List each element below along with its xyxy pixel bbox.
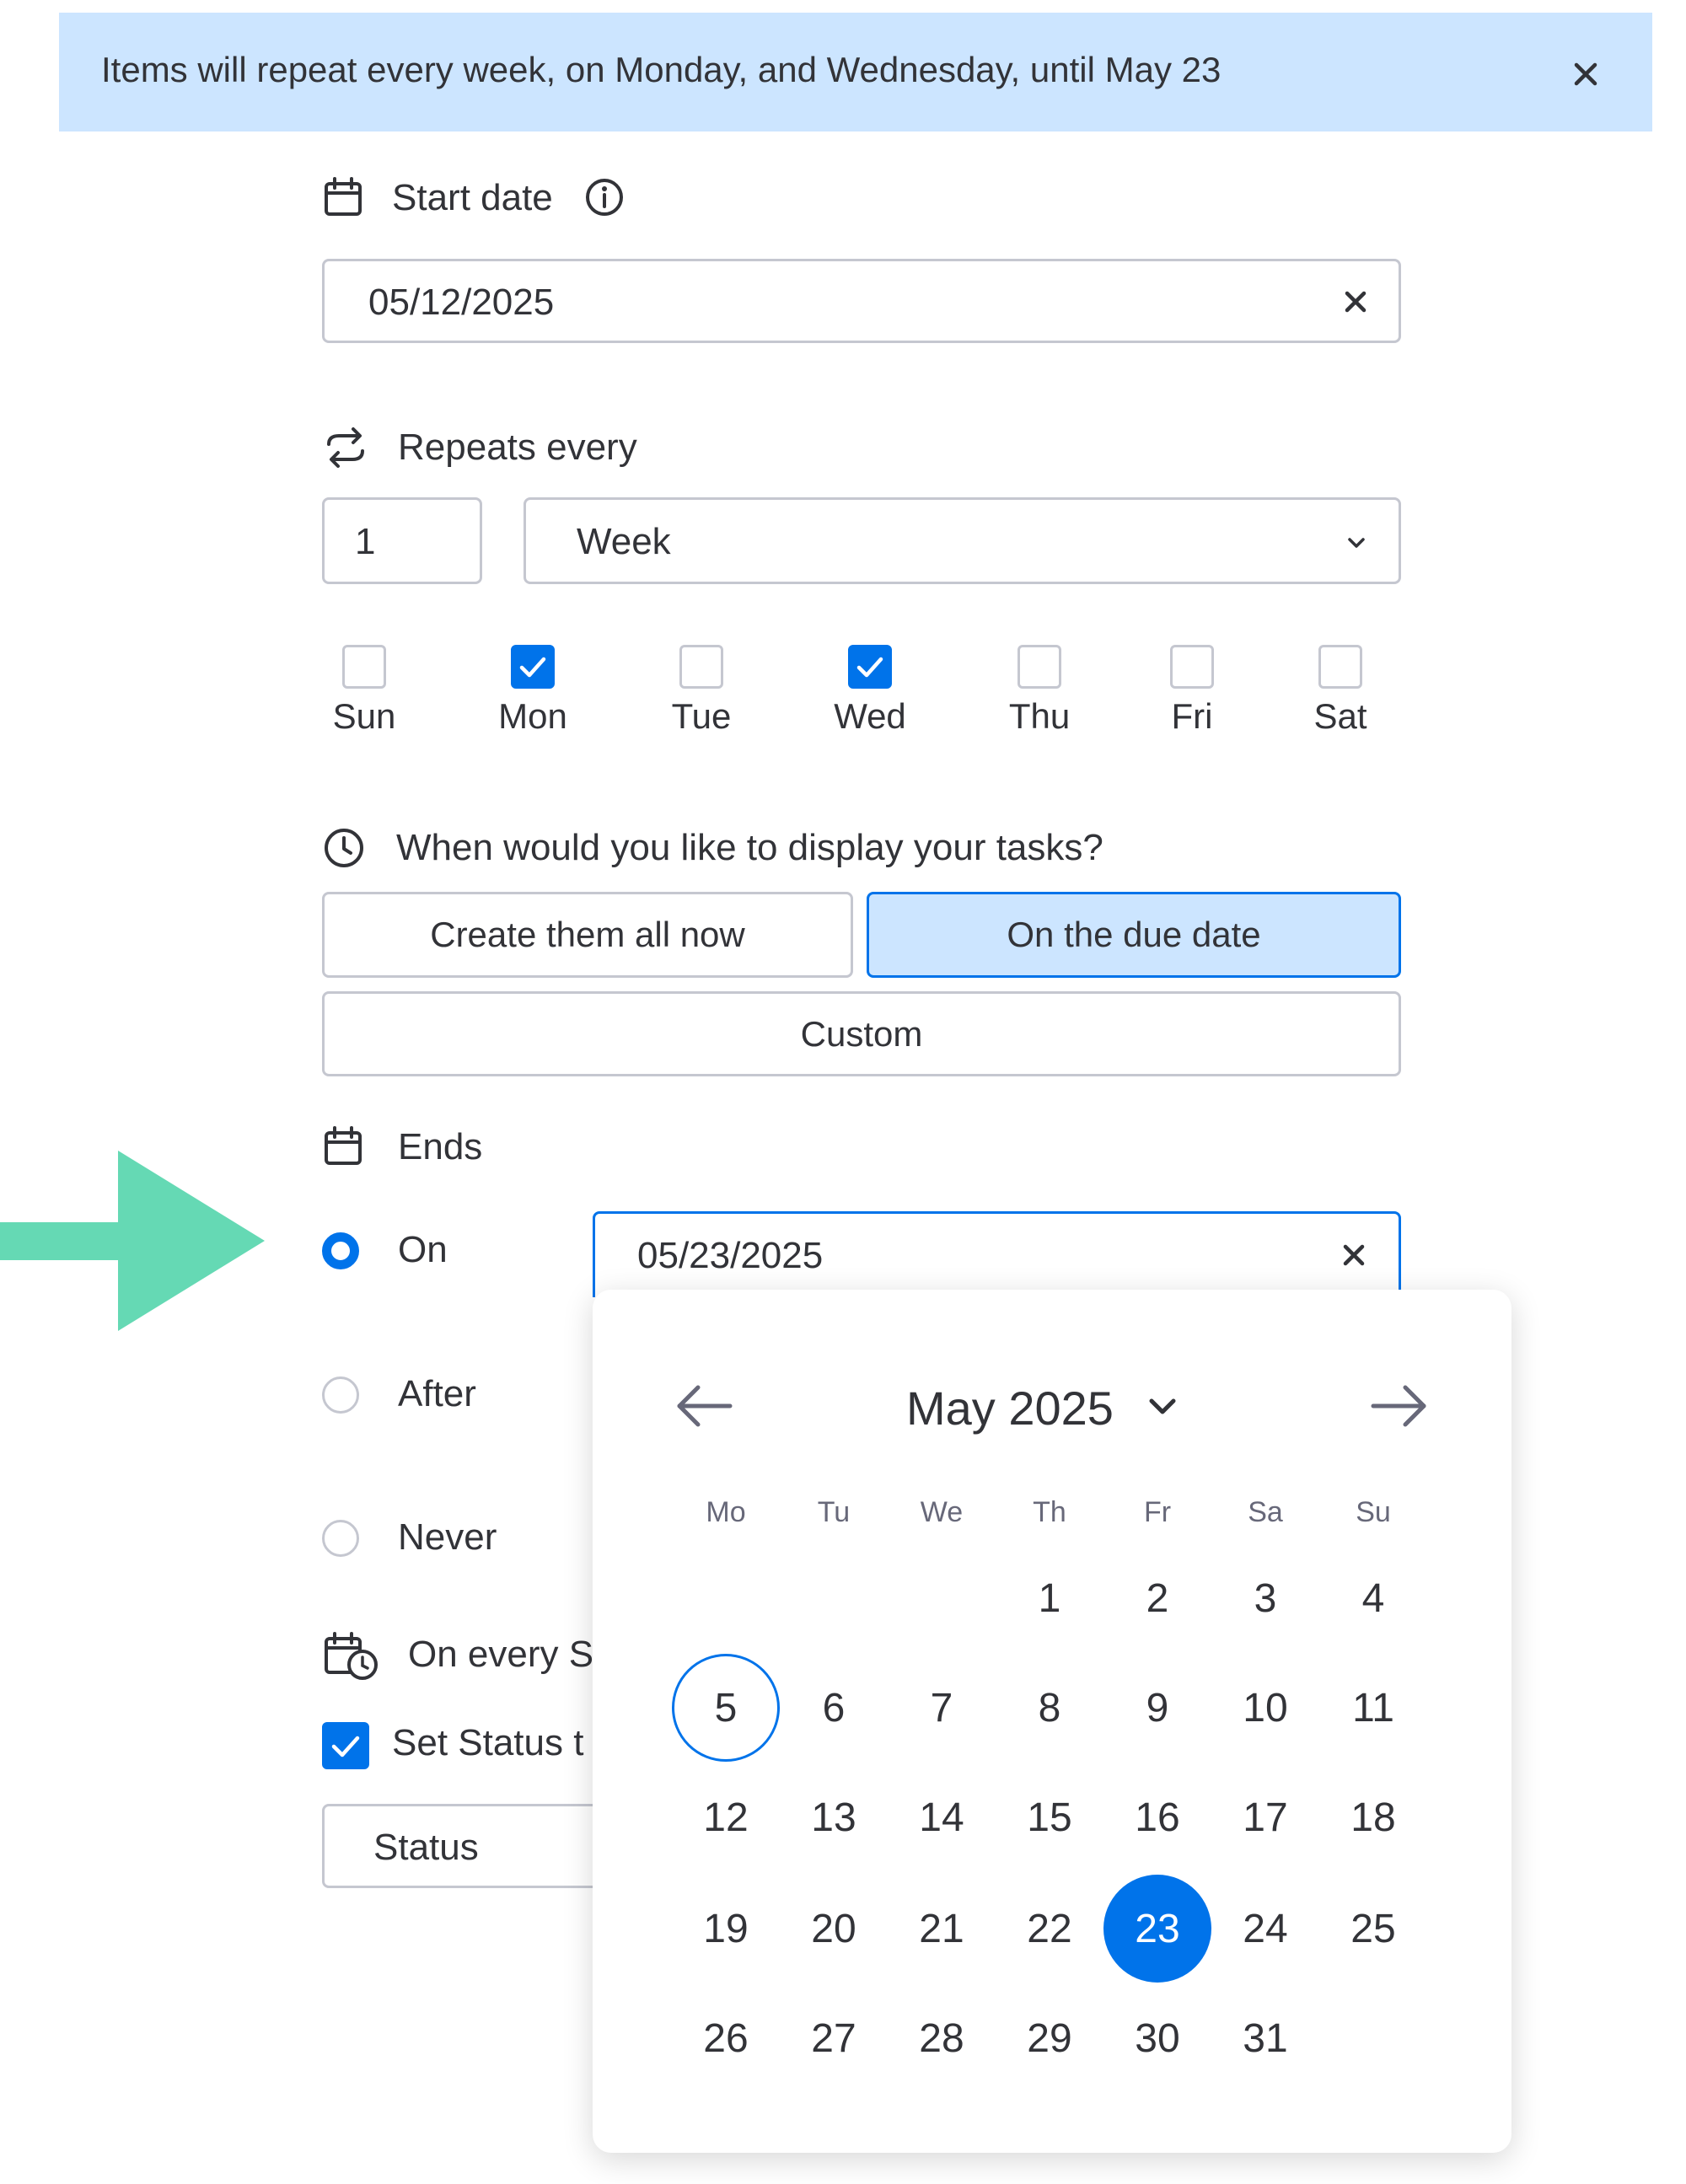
calendar-day-7[interactable]: 7 xyxy=(888,1654,996,1762)
start-date-input[interactable]: 05/12/2025 xyxy=(322,259,1401,343)
calendar-day-18[interactable]: 18 xyxy=(1319,1763,1427,1871)
annotation-arrow-icon xyxy=(0,1151,265,1331)
day-label-fri: Fri xyxy=(1171,696,1213,736)
calendar-day-22[interactable]: 22 xyxy=(996,1875,1103,1983)
chevron-down-icon xyxy=(1348,538,1365,548)
calendar-day-27[interactable]: 27 xyxy=(780,1984,888,2092)
calendar-day-16[interactable]: 16 xyxy=(1103,1763,1211,1871)
create-all-now-button[interactable]: Create them all now xyxy=(322,892,853,978)
calendar-clock-icon xyxy=(325,1632,378,1680)
ends-never-radio[interactable] xyxy=(322,1520,359,1557)
ends-label: Ends xyxy=(398,1126,483,1167)
ends-never-label: Never xyxy=(398,1516,497,1558)
calendar-day-28[interactable]: 28 xyxy=(888,1984,996,2092)
ends-after-label: After xyxy=(398,1373,476,1414)
calendar-day-1[interactable]: 1 xyxy=(996,1544,1103,1652)
calendar-day-20[interactable]: 20 xyxy=(780,1875,888,1983)
calendar-icon xyxy=(325,1126,362,1165)
calendar-day-24[interactable]: 24 xyxy=(1211,1875,1319,1983)
chevron-down-icon[interactable] xyxy=(1143,1387,1182,1425)
day-checkbox-sat[interactable] xyxy=(1318,645,1362,689)
calendar-day-19[interactable]: 19 xyxy=(672,1875,780,1983)
set-status-checkbox[interactable] xyxy=(322,1722,369,1769)
calendar-day-2[interactable]: 2 xyxy=(1103,1544,1211,1652)
calendar-day-31[interactable]: 31 xyxy=(1211,1984,1319,2092)
calendar-day-5[interactable]: 5 xyxy=(672,1654,780,1762)
weekday-header: Su xyxy=(1356,1496,1391,1528)
set-status-label: Set Status t xyxy=(392,1722,584,1763)
weekday-header: Mo xyxy=(706,1496,746,1528)
checkmark-icon xyxy=(856,657,883,678)
checkmark-icon xyxy=(331,1736,360,1757)
day-label-sun: Sun xyxy=(332,696,396,736)
calendar-day-9[interactable]: 9 xyxy=(1103,1654,1211,1762)
repeat-unit-select[interactable]: Week xyxy=(524,497,1401,584)
calendar-day-3[interactable]: 3 xyxy=(1211,1544,1319,1652)
repeat-interval-value: 1 xyxy=(355,521,376,562)
weekday-header: We xyxy=(920,1496,964,1528)
ends-after-radio[interactable] xyxy=(322,1376,359,1414)
calendar-day-13[interactable]: 13 xyxy=(780,1763,888,1871)
month-year-label[interactable]: May 2025 xyxy=(906,1381,1114,1435)
weekday-header: Fr xyxy=(1143,1496,1172,1528)
calendar-day-4[interactable]: 4 xyxy=(1319,1544,1427,1652)
weekday-header: Th xyxy=(1033,1496,1066,1528)
start-date-value: 05/12/2025 xyxy=(368,282,555,323)
day-label-tue: Tue xyxy=(671,696,732,736)
calendar-day-15[interactable]: 15 xyxy=(996,1763,1103,1871)
display-question-label: When would you like to display your task… xyxy=(396,827,1103,868)
status-select-value: Status xyxy=(373,1827,479,1868)
info-banner: Items will repeat every week, on Monday,… xyxy=(59,13,1652,131)
banner-close-icon[interactable] xyxy=(1566,55,1605,94)
day-checkbox-fri[interactable] xyxy=(1170,645,1214,689)
repeats-every-label: Repeats every xyxy=(398,427,637,468)
calendar-day-6[interactable]: 6 xyxy=(780,1654,888,1762)
repeat-icon xyxy=(327,427,364,468)
day-checkbox-wed[interactable] xyxy=(848,645,892,689)
on-due-date-button[interactable]: On the due date xyxy=(867,892,1401,978)
calendar-day-25[interactable]: 25 xyxy=(1319,1875,1427,1983)
day-label-thu: Thu xyxy=(1008,696,1071,736)
calendar-day-8[interactable]: 8 xyxy=(996,1654,1103,1762)
calendar-day-23[interactable]: 23 xyxy=(1103,1875,1211,1983)
day-checkbox-mon[interactable] xyxy=(511,645,555,689)
calendar-day-21[interactable]: 21 xyxy=(888,1875,996,1983)
day-checkbox-sun[interactable] xyxy=(342,645,386,689)
calendar-day-14[interactable]: 14 xyxy=(888,1763,996,1871)
day-checkbox-thu[interactable] xyxy=(1018,645,1061,689)
calendar-day-26[interactable]: 26 xyxy=(672,1984,780,2092)
weekday-header: Sa xyxy=(1248,1496,1283,1528)
repeat-unit-value: Week xyxy=(577,521,671,562)
calendar-day-17[interactable]: 17 xyxy=(1211,1763,1319,1871)
ends-on-label: On xyxy=(398,1229,448,1270)
arrow-right-icon[interactable] xyxy=(1367,1382,1431,1430)
clear-start-date-icon[interactable] xyxy=(1340,287,1371,317)
clear-end-date-icon[interactable] xyxy=(1339,1240,1369,1270)
calendar-day-30[interactable]: 30 xyxy=(1103,1984,1211,2092)
start-date-label: Start date xyxy=(392,177,553,218)
day-label-mon: Mon xyxy=(498,696,567,736)
ends-on-radio[interactable] xyxy=(322,1232,359,1269)
checkmark-icon xyxy=(519,657,546,678)
on-every-label: On every S xyxy=(408,1634,594,1675)
end-date-input[interactable]: 05/23/2025 xyxy=(593,1211,1401,1297)
clock-icon xyxy=(325,829,363,867)
arrow-left-icon[interactable] xyxy=(673,1382,737,1430)
calendar-day-11[interactable]: 11 xyxy=(1319,1654,1427,1762)
info-icon[interactable] xyxy=(584,177,625,217)
weekday-header: Tu xyxy=(817,1496,851,1528)
calendar-day-10[interactable]: 10 xyxy=(1211,1654,1319,1762)
day-label-wed: Wed xyxy=(834,696,906,736)
banner-text: Items will repeat every week, on Monday,… xyxy=(101,50,1222,89)
status-select[interactable]: Status xyxy=(322,1804,626,1888)
repeat-interval-input[interactable]: 1 xyxy=(322,497,482,584)
end-date-value: 05/23/2025 xyxy=(637,1235,824,1276)
calendar-day-12[interactable]: 12 xyxy=(672,1763,780,1871)
calendar-icon xyxy=(325,177,362,216)
custom-button[interactable]: Custom xyxy=(322,991,1401,1076)
day-checkbox-tue[interactable] xyxy=(679,645,723,689)
date-picker-popover: May 2025 Mo Tu We Th Fr Sa Su 1 2 3 4 5 6 7 8 9 10 11 12 13… xyxy=(593,1290,1511,2153)
calendar-day-29[interactable]: 29 xyxy=(996,1984,1103,2092)
day-label-sat: Sat xyxy=(1313,696,1367,736)
